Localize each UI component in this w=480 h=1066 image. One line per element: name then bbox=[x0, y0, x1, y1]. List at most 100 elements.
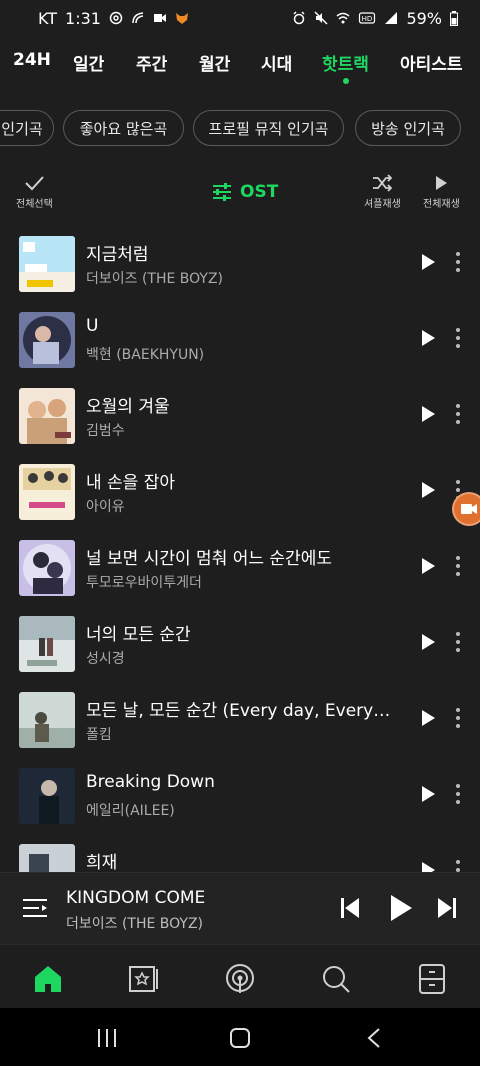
song-artist: 성시경 bbox=[86, 651, 125, 667]
genre-filter[interactable]: OST bbox=[212, 182, 278, 202]
video-icon bbox=[153, 14, 166, 22]
shuffle-button[interactable]: 셔플재생 bbox=[364, 174, 401, 210]
fox-app-icon bbox=[175, 13, 188, 24]
now-playing-title: KINGDOM COME bbox=[66, 888, 206, 908]
song-row[interactable]: 모든 날, 모든 순간 (Every day, Every Moment) 폴킴 bbox=[0, 682, 480, 758]
home-button-icon[interactable] bbox=[229, 1028, 251, 1048]
album-art bbox=[19, 236, 75, 292]
tab-era[interactable]: 시대 bbox=[261, 50, 292, 75]
search-icon[interactable] bbox=[320, 963, 352, 995]
clock: 1:31 bbox=[65, 8, 101, 28]
play-all-button[interactable]: 전체재생 bbox=[423, 174, 460, 210]
screen-record-bubble[interactable] bbox=[452, 492, 480, 526]
hd-icon: HD bbox=[359, 12, 376, 24]
sliders-icon bbox=[213, 183, 231, 201]
more-icon[interactable] bbox=[450, 630, 466, 654]
tab-monthly[interactable]: 월간 bbox=[199, 50, 230, 75]
song-artist: 에일리(AILEE) bbox=[86, 803, 175, 819]
back-icon[interactable] bbox=[366, 1028, 382, 1048]
tab-weekly[interactable]: 주간 bbox=[136, 50, 167, 75]
shuffle-label: 셔플재생 bbox=[364, 199, 401, 210]
chip-popular[interactable]: 인기곡 bbox=[0, 110, 54, 146]
playlist-icon[interactable] bbox=[22, 897, 48, 921]
recent-apps-icon[interactable] bbox=[96, 1028, 118, 1048]
alarm-icon bbox=[293, 11, 305, 25]
more-icon[interactable] bbox=[450, 554, 466, 578]
song-artist: 더보이즈 (THE BOYZ) bbox=[86, 271, 224, 287]
list-toolbar: 전체선택 OST 셔플재생 전체재생 bbox=[0, 174, 480, 214]
now-playing-artist: 더보이즈 (THE BOYZ) bbox=[66, 916, 204, 932]
battery-percent: 59% bbox=[406, 8, 442, 28]
svg-text:HD: HD bbox=[362, 15, 373, 23]
chip-most-liked[interactable]: 좋아요 많은곡 bbox=[63, 110, 184, 146]
album-art bbox=[19, 464, 75, 520]
song-title: 내 손을 잡아 bbox=[86, 473, 176, 493]
song-title: Breaking Down bbox=[86, 772, 215, 792]
tab-artist[interactable]: 아티스트 bbox=[400, 50, 463, 75]
carrier-label: KT bbox=[38, 8, 58, 28]
wifi-calling-icon bbox=[132, 12, 144, 24]
song-row[interactable]: 오월의 겨울 김범수 bbox=[0, 378, 480, 454]
play-icon[interactable] bbox=[418, 860, 438, 872]
play-all-label: 전체재생 bbox=[423, 199, 460, 210]
bottom-nav bbox=[0, 944, 480, 1008]
system-nav-bar bbox=[0, 1008, 480, 1066]
chip-broadcast[interactable]: 방송 인기곡 bbox=[355, 110, 461, 146]
play-icon[interactable] bbox=[418, 328, 438, 348]
play-icon[interactable] bbox=[418, 252, 438, 272]
mini-player[interactable]: KINGDOM COME 더보이즈 (THE BOYZ) bbox=[0, 872, 480, 944]
status-bar: KT 1:31 HD 59% bbox=[0, 0, 480, 36]
library-icon[interactable] bbox=[128, 963, 160, 995]
song-row[interactable]: 지금처럼 더보이즈 (THE BOYZ) bbox=[0, 226, 480, 302]
song-artist: 김범수 bbox=[86, 423, 125, 439]
app-screen: 24H 일간 주간 월간 시대 핫트랙 아티스트 인기곡 좋아요 많은곡 프로필… bbox=[0, 36, 480, 1008]
song-row[interactable]: 널 보면 시간이 멈춰 어느 순간에도 투모로우바이투게더 bbox=[0, 530, 480, 606]
song-title: U bbox=[86, 316, 99, 336]
song-artist: 투모로우바이투게더 bbox=[86, 575, 202, 591]
shuffle-icon bbox=[373, 174, 393, 192]
song-artist: 백현 (BAEKHYUN) bbox=[86, 347, 205, 363]
battery-icon bbox=[450, 10, 458, 26]
more-icon[interactable] bbox=[450, 858, 466, 872]
home-icon[interactable] bbox=[32, 963, 64, 995]
previous-icon[interactable] bbox=[340, 897, 360, 919]
song-row[interactable]: 희재 bbox=[0, 834, 480, 872]
podcast-icon[interactable] bbox=[224, 963, 256, 995]
song-list: 지금처럼 더보이즈 (THE BOYZ) U 백현 (BAEKHYUN) 오월의… bbox=[0, 226, 480, 872]
chip-profile-music[interactable]: 프로필 뮤직 인기곡 bbox=[193, 110, 344, 146]
song-title: 모든 날, 모든 순간 (Every day, Every Moment) bbox=[86, 701, 391, 721]
album-art bbox=[19, 540, 75, 596]
more-icon[interactable] bbox=[450, 326, 466, 350]
tab-daily[interactable]: 일간 bbox=[73, 50, 104, 75]
more-icon[interactable] bbox=[450, 782, 466, 806]
song-artist: 폴킴 bbox=[86, 727, 112, 743]
select-all-button[interactable]: 전체선택 bbox=[16, 174, 53, 210]
song-title: 지금처럼 bbox=[86, 245, 149, 265]
play-icon[interactable] bbox=[418, 708, 438, 728]
song-title: 널 보면 시간이 멈춰 어느 순간에도 bbox=[86, 549, 332, 569]
song-title: 오월의 겨울 bbox=[86, 397, 170, 417]
tab-hot-track[interactable]: 핫트랙 bbox=[322, 50, 369, 75]
song-row[interactable]: U 백현 (BAEKHYUN) bbox=[0, 302, 480, 378]
song-row[interactable]: 내 손을 잡아 아이유 bbox=[0, 454, 480, 530]
play-icon bbox=[436, 176, 448, 190]
more-icon[interactable] bbox=[450, 250, 466, 274]
active-tab-indicator bbox=[343, 78, 349, 84]
signal-icon bbox=[385, 12, 398, 24]
play-icon[interactable] bbox=[388, 893, 414, 923]
play-icon[interactable] bbox=[418, 556, 438, 576]
song-row[interactable]: Breaking Down 에일리(AILEE) bbox=[0, 758, 480, 834]
drawer-icon[interactable] bbox=[416, 963, 448, 995]
play-icon[interactable] bbox=[418, 784, 438, 804]
play-icon[interactable] bbox=[418, 404, 438, 424]
tab-24h[interactable]: 24H bbox=[13, 50, 51, 70]
next-icon[interactable] bbox=[437, 897, 457, 919]
chart-tabs: 24H 일간 주간 월간 시대 핫트랙 아티스트 bbox=[0, 36, 480, 90]
song-row[interactable]: 너의 모든 순간 성시경 bbox=[0, 606, 480, 682]
more-icon[interactable] bbox=[450, 402, 466, 426]
play-icon[interactable] bbox=[418, 632, 438, 652]
select-all-label: 전체선택 bbox=[16, 199, 53, 210]
more-icon[interactable] bbox=[450, 706, 466, 730]
play-icon[interactable] bbox=[418, 480, 438, 500]
video-camera-icon bbox=[461, 504, 477, 514]
